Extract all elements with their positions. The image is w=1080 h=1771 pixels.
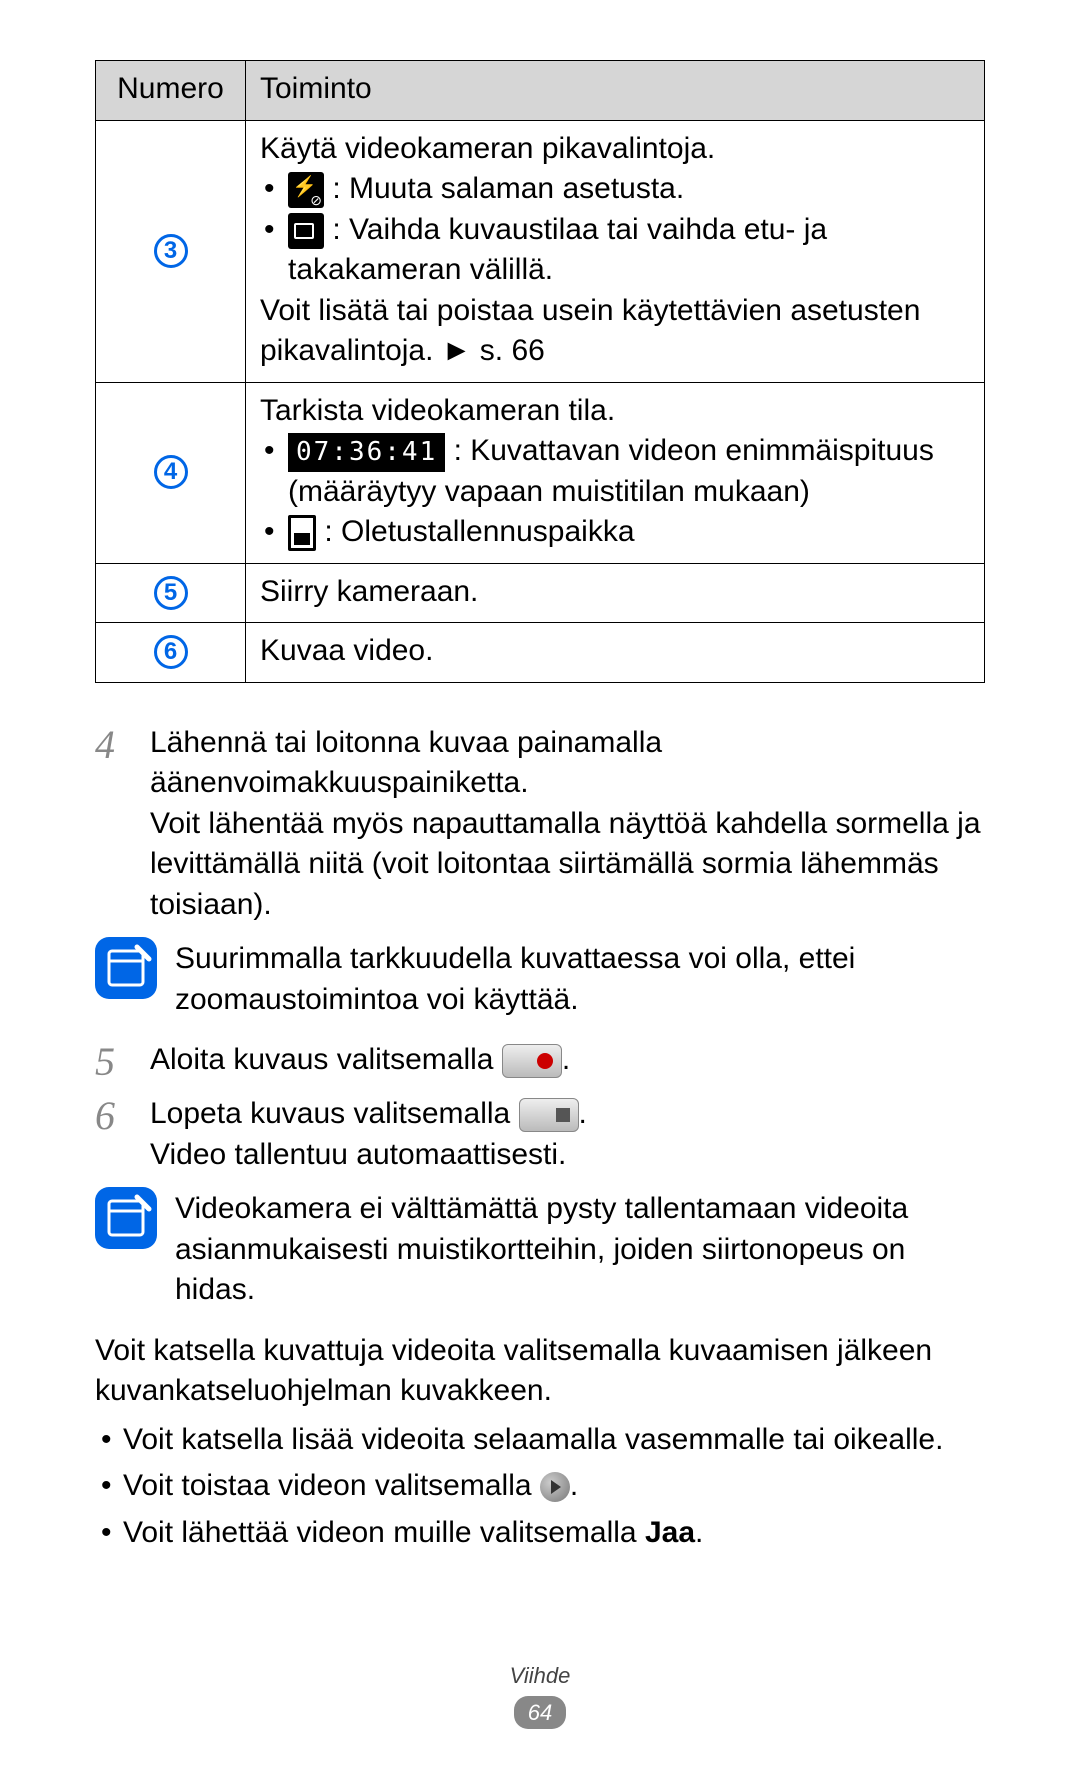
header-numero: Numero: [96, 61, 246, 121]
row3-outro: Voit lisätä tai poistaa usein käytettävi…: [260, 291, 970, 372]
step4-p2: Voit lähentää myös napauttamalla näyttöä…: [150, 804, 985, 926]
timecode-icon: 07:36:41: [288, 433, 445, 472]
note-storage-speed: Videokamera ei välttämättä pysty tallent…: [95, 1187, 985, 1311]
list-item: Voit lähettää videon muille valitsemalla…: [95, 1513, 985, 1554]
step-5: 5 Aloita kuvaus valitsemalla .: [95, 1040, 985, 1082]
step6-p2: Video tallentuu automaattisesti.: [150, 1135, 985, 1176]
row3-item-flash: : Muuta salaman asetusta.: [260, 169, 970, 210]
row4-item-duration: 07:36:41 : Kuvattavan videon enimmäispit…: [260, 431, 970, 512]
list-item: Voit katsella lisää videoita selaamalla …: [95, 1420, 985, 1461]
row4-intro: Tarkista videokameran tila.: [260, 391, 970, 432]
table-row: 4 Tarkista videokameran tila. 07:36:41 :…: [96, 382, 985, 563]
table-row: 6 Kuvaa video.: [96, 623, 985, 683]
row3-item-mode: : Vaihda kuvaustilaa tai vaihda etu- ja …: [260, 210, 970, 291]
number-badge-4: 4: [154, 455, 188, 489]
row5-text: Siirry kameraan.: [246, 563, 985, 623]
step-number: 5: [95, 1040, 150, 1082]
stop-button-icon: [519, 1098, 579, 1132]
body-list: Voit katsella lisää videoita selaamalla …: [95, 1420, 985, 1554]
page-number: 64: [514, 1696, 566, 1730]
list-item: Voit toistaa videon valitsemalla .: [95, 1466, 985, 1507]
note-zoom: Suurimmalla tarkkuudella kuvattaessa voi…: [95, 937, 985, 1020]
note-text: Videokamera ei välttämättä pysty tallent…: [175, 1187, 985, 1311]
step-4: 4 Lähennä tai loitonna kuvaa painamalla …: [95, 723, 985, 926]
flash-icon: [288, 172, 324, 208]
note-text: Suurimmalla tarkkuudella kuvattaessa voi…: [175, 937, 985, 1020]
function-table: Numero Toiminto 3 Käytä videokameran pik…: [95, 60, 985, 683]
number-badge-3: 3: [154, 234, 188, 268]
step-number: 6: [95, 1094, 150, 1175]
note-icon: [95, 937, 157, 999]
step-number: 4: [95, 723, 150, 926]
page-footer: Viihde 64: [0, 1661, 1080, 1731]
number-badge-6: 6: [154, 635, 188, 669]
storage-icon: [288, 515, 316, 551]
footer-category: Viihde: [0, 1661, 1080, 1691]
camera-switch-icon: [288, 213, 324, 249]
number-badge-5: 5: [154, 576, 188, 610]
play-icon: [540, 1472, 570, 1502]
row4-item-storage: : Oletustallennuspaikka: [260, 512, 970, 553]
step-6: 6 Lopeta kuvaus valitsemalla . Video tal…: [95, 1094, 985, 1175]
row6-text: Kuvaa video.: [246, 623, 985, 683]
row3-intro: Käytä videokameran pikavalintoja.: [260, 129, 970, 170]
table-row: 5 Siirry kameraan.: [96, 563, 985, 623]
note-icon: [95, 1187, 157, 1249]
header-toiminto: Toiminto: [246, 61, 985, 121]
record-button-icon: [502, 1044, 562, 1078]
step4-p1: Lähennä tai loitonna kuvaa painamalla ää…: [150, 723, 985, 804]
body-paragraph: Voit katsella kuvattuja videoita valitse…: [95, 1331, 985, 1412]
table-row: 3 Käytä videokameran pikavalintoja. : Mu…: [96, 120, 985, 382]
